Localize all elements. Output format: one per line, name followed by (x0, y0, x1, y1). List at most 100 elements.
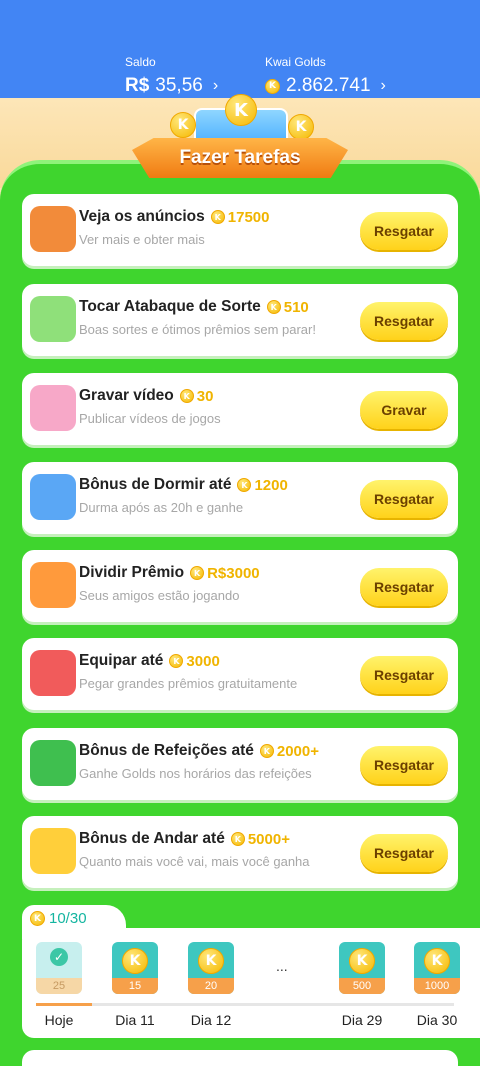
task-subtitle: Pegar grandes prêmios gratuitamente (79, 676, 298, 691)
coin-icon: K (237, 478, 252, 492)
task-reward: 3000 (186, 652, 220, 670)
banner-title: Fazer Tarefas (132, 138, 348, 178)
gift-icon (30, 562, 76, 608)
task-title: Gravar vídeo (79, 387, 174, 404)
lunchbox-icon (30, 740, 76, 786)
task-title: Tocar Atabaque de Sorte (79, 298, 261, 315)
day-amount: 1000 (414, 978, 460, 994)
coin-icon: K (259, 744, 274, 758)
checkin-day[interactable]: ✓ 25 (36, 942, 82, 994)
coin-icon: K (230, 832, 245, 846)
day-amount: 20 (188, 978, 234, 994)
task-reward: 510 (283, 298, 309, 316)
task-title-row: Tocar Atabaque de Sorte K 510 (79, 298, 309, 316)
saldo-value: 35,56 (155, 75, 203, 96)
coin-icon: K (265, 78, 280, 94)
task-title: Dividir Prêmio (79, 564, 185, 581)
task-card: Tocar Atabaque de Sorte K 510 Boas sorte… (22, 284, 458, 356)
coin-icon: K (179, 389, 194, 403)
drum-icon (30, 296, 76, 342)
golds-label: Kwai Golds (265, 55, 326, 69)
day-amount: 500 (339, 978, 385, 994)
task-reward: 1200 (254, 476, 288, 494)
coin-icon: K (288, 114, 314, 140)
coin-icon: K (30, 911, 45, 926)
task-reward: 5000+ (247, 830, 290, 848)
header-bar: Saldo R$ 35,56 › Kwai Golds K 2.862.741 … (0, 0, 480, 98)
coin-icon: K (266, 300, 281, 314)
task-title-row: Gravar vídeo K 30 (79, 387, 213, 405)
checkin-progress-line (36, 1003, 454, 1006)
task-reward: R$3000 (207, 564, 260, 582)
task-title: Bônus de Dormir até (79, 476, 232, 493)
saldo-currency: R$ (125, 75, 150, 96)
task-reward: 17500 (227, 208, 270, 226)
day-label: Dia 29 (341, 1012, 383, 1028)
task-title-row: Bônus de Dormir até K 1200 (79, 476, 288, 494)
coin-icon: K (122, 948, 148, 974)
checkin-day[interactable]: K 15 (112, 942, 158, 994)
coin-icon: K (198, 948, 224, 974)
task-card: Bônus de Refeições até K 2000+ Ganhe Gol… (22, 728, 458, 800)
day-amount: 15 (112, 978, 158, 994)
saldo-label: Saldo (125, 55, 156, 69)
task-title: Veja os anúncios (79, 208, 205, 225)
task-subtitle: Quanto mais você vai, mais você ganha (79, 854, 310, 869)
task-subtitle: Publicar vídeos de jogos (79, 411, 221, 426)
day-label: Dia 30 (416, 1012, 458, 1028)
tv-icon (30, 206, 76, 252)
day-amount: 25 (36, 978, 82, 994)
checkin-day[interactable]: K 500 (339, 942, 385, 994)
task-subtitle: Seus amigos estão jogando (79, 588, 240, 603)
moon-icon (30, 474, 76, 520)
task-card: Veja os anúncios K 17500 Ver mais e obte… (22, 194, 458, 266)
saldo-balance[interactable]: Saldo R$ 35,56 › (125, 55, 218, 97)
task-card: Gravar vídeo K 30 Publicar vídeos de jog… (22, 373, 458, 445)
chevron-right-icon: › (380, 77, 386, 94)
task-action-button[interactable]: Resgatar (360, 656, 448, 694)
progress-count: 10/30 (49, 910, 87, 927)
coin-icon: K (190, 566, 205, 580)
task-subtitle: Boas sortes e ótimos prêmios sem parar! (79, 322, 316, 337)
coin-icon: K (424, 948, 450, 974)
task-title: Equipar até (79, 652, 164, 669)
task-subtitle: Ganhe Golds nos horários das refeições (79, 766, 312, 781)
checkin-day[interactable]: K 20 (188, 942, 234, 994)
task-reward: 30 (196, 387, 214, 405)
kwai-golds-balance[interactable]: Kwai Golds K 2.862.741 › (265, 55, 386, 97)
check-icon: ✓ (50, 948, 68, 966)
coin-icon: K (225, 94, 257, 126)
task-title-row: Bônus de Andar até K 5000+ (79, 830, 290, 848)
task-subtitle: Durma após as 20h e ganhe (79, 500, 244, 515)
task-action-button[interactable]: Resgatar (360, 480, 448, 518)
next-card (22, 1050, 458, 1066)
day-label: Dia 11 (115, 1012, 155, 1028)
boxing-glove-icon (30, 650, 76, 696)
task-reward: 2000+ (276, 742, 319, 760)
ellipsis: ... (276, 958, 288, 974)
task-subtitle: Ver mais e obter mais (79, 232, 205, 247)
coin-icon: K (210, 210, 225, 224)
task-title-row: Equipar até K 3000 (79, 652, 220, 670)
day-label: Hoje (44, 1012, 74, 1028)
task-action-button[interactable]: Resgatar (360, 212, 448, 250)
golds-value: 2.862.741 (286, 75, 371, 96)
task-action-button[interactable]: Gravar (360, 391, 448, 429)
checkin-day[interactable]: K 1000 (414, 942, 460, 994)
day-label: Dia 12 (190, 1012, 232, 1028)
task-title-row: Bônus de Refeições até K 2000+ (79, 742, 319, 760)
task-card: Dividir Prêmio K R$3000 Seus amigos estã… (22, 550, 458, 622)
task-action-button[interactable]: Resgatar (360, 302, 448, 340)
checkin-progress: K 10/30 (30, 910, 87, 927)
task-card: Bônus de Dormir até K 1200 Durma após as… (22, 462, 458, 534)
task-action-button[interactable]: Resgatar (360, 834, 448, 872)
task-action-button[interactable]: Resgatar (360, 568, 448, 606)
runner-icon (30, 828, 76, 874)
task-action-button[interactable]: Resgatar (360, 746, 448, 784)
coin-icon: K (349, 948, 375, 974)
task-title-row: Veja os anúncios K 17500 (79, 208, 270, 226)
coin-icon: K (170, 112, 196, 138)
chevron-right-icon: › (212, 77, 219, 94)
task-card: Equipar até K 3000 Pegar grandes prêmios… (22, 638, 458, 710)
task-title: Bônus de Andar até (79, 830, 225, 847)
